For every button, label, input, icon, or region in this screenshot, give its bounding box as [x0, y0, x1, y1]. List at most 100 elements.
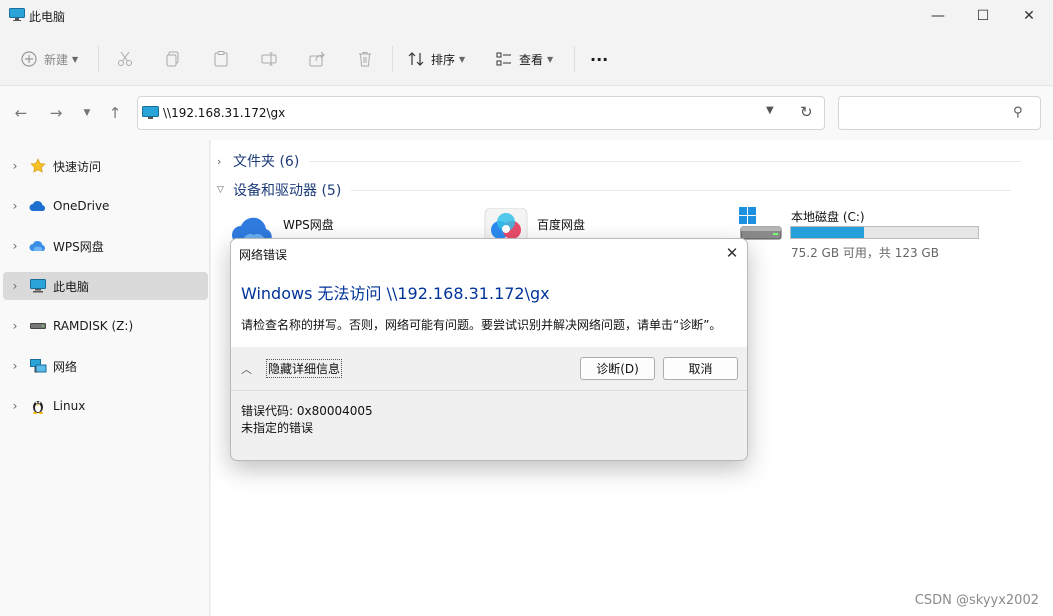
- search-icon: ⚲: [1013, 105, 1023, 120]
- disk-usage-bar: [790, 226, 979, 239]
- forward-arrow-icon[interactable]: →: [45, 102, 67, 124]
- cut-button[interactable]: [116, 46, 134, 72]
- up-arrow-icon[interactable]: ↑: [104, 102, 126, 124]
- view-button[interactable]: 查看 ▼: [495, 46, 553, 72]
- sidebar-item-label: RAMDISK (Z:): [53, 319, 134, 333]
- copy-button[interactable]: [164, 46, 182, 72]
- plus-circle-icon: [21, 51, 37, 67]
- tile-name: 百度网盘: [537, 218, 586, 232]
- penguin-icon: [29, 398, 47, 414]
- maximize-button[interactable]: ☐: [960, 0, 1006, 32]
- window-title: 此电脑: [29, 10, 66, 24]
- divider: [231, 390, 747, 391]
- disk-usage-text: 75.2 GB 可用，共 123 GB: [791, 246, 939, 260]
- chevron-down-icon: ▼: [459, 54, 466, 64]
- toggle-label: 隐藏详细信息: [266, 359, 343, 378]
- chevron-right-icon[interactable]: ›: [3, 159, 27, 173]
- sidebar-item-network[interactable]: › 网络: [3, 352, 208, 380]
- chevron-down-icon: ▼: [72, 54, 79, 64]
- scissors-icon: [118, 51, 132, 66]
- share-icon: [309, 51, 325, 67]
- sort-label: 排序: [431, 52, 456, 67]
- sort-icon: [408, 52, 424, 66]
- trash-icon: [359, 52, 371, 67]
- sort-button[interactable]: 排序 ▼: [407, 46, 465, 72]
- copy-icon: [166, 51, 179, 67]
- clipboard-icon: [214, 51, 228, 67]
- address-path: \\192.168.31.172\gx: [163, 106, 286, 120]
- sidebar-item-linux[interactable]: › Linux: [3, 392, 208, 420]
- recent-locations-chevron-icon[interactable]: ▼: [76, 102, 98, 124]
- dialog-title: 网络错误: [239, 248, 288, 262]
- divider: [351, 189, 1012, 191]
- wps-cloud-icon: [29, 238, 47, 254]
- title-bar: 此电脑 — ☐ ✕: [0, 0, 1053, 32]
- drive-tile-c[interactable]: 本地磁盘 (C:) 75.2 GB 可用，共 123 GB: [739, 207, 1039, 270]
- view-label: 查看: [519, 52, 544, 67]
- address-bar[interactable]: \\192.168.31.172\gx ▼ ↻: [137, 96, 825, 130]
- navigation-pane: › 快速访问 › OneDrive › WPS网盘 › 此电脑 › RAMDIS…: [0, 140, 210, 616]
- sidebar-item-onedrive[interactable]: › OneDrive: [3, 192, 208, 220]
- back-arrow-icon[interactable]: ←: [10, 102, 32, 124]
- chevron-down-icon: ▽: [217, 185, 224, 195]
- computer-icon: [9, 8, 25, 21]
- address-dropdown-chevron-icon[interactable]: ▼: [766, 105, 774, 116]
- error-detail: 未指定的错误: [241, 421, 314, 435]
- search-input[interactable]: ⚲: [838, 96, 1041, 130]
- divider: [574, 46, 575, 72]
- drive-icon: [29, 318, 47, 334]
- share-button[interactable]: [308, 46, 326, 72]
- chevron-down-icon: ▼: [547, 54, 554, 64]
- disk-usage-fill: [791, 227, 864, 238]
- network-error-dialog: 网络错误 ✕ Windows 无法访问 \\192.168.31.172\gx …: [230, 238, 748, 461]
- sidebar-item-label: OneDrive: [53, 199, 110, 213]
- chevron-right-icon[interactable]: ›: [3, 279, 27, 293]
- new-label: 新建: [44, 52, 69, 67]
- cancel-button[interactable]: 取消: [663, 357, 738, 380]
- command-bar: 新建 ▼ 排序 ▼ 查看 ▼ ···: [0, 32, 1053, 86]
- sidebar-item-label: WPS网盘: [53, 239, 104, 254]
- chevron-right-icon: ›: [217, 154, 222, 168]
- chevron-right-icon[interactable]: ›: [3, 319, 27, 333]
- chevron-right-icon[interactable]: ›: [3, 399, 27, 413]
- error-code: 错误代码: 0x80004005: [241, 404, 373, 418]
- view-icon: [496, 52, 511, 66]
- rename-button[interactable]: [260, 46, 278, 72]
- dialog-heading: Windows 无法访问 \\192.168.31.172\gx: [241, 284, 550, 303]
- sidebar-item-label: Linux: [53, 399, 86, 413]
- delete-button[interactable]: [356, 46, 374, 72]
- minimize-button[interactable]: —: [915, 0, 961, 32]
- close-icon[interactable]: ✕: [721, 242, 743, 264]
- star-icon: [29, 158, 47, 174]
- paste-button[interactable]: [212, 46, 230, 72]
- watermark: CSDN @skyyx2002: [914, 593, 1039, 608]
- sidebar-item-wps-cloud[interactable]: › WPS网盘: [3, 232, 208, 260]
- sidebar-item-ramdisk[interactable]: › RAMDISK (Z:): [3, 312, 208, 340]
- sidebar-item-this-pc[interactable]: › 此电脑: [3, 272, 208, 300]
- dialog-message: 请检查名称的拼写。否则，网络可能有问题。要尝试识别并解决网络问题，请单击“诊断”…: [241, 318, 722, 332]
- diagnose-button[interactable]: 诊断(D): [580, 357, 655, 380]
- more-options-button[interactable]: ···: [590, 46, 608, 72]
- sidebar-item-label: 快速访问: [53, 159, 102, 174]
- close-button[interactable]: ✕: [1006, 0, 1052, 32]
- group-title: 文件夹 (6): [233, 154, 300, 170]
- cloud-icon: [29, 198, 47, 214]
- network-icon: [29, 358, 47, 374]
- chevron-right-icon[interactable]: ›: [3, 359, 27, 373]
- hide-details-toggle[interactable]: ︿ 隐藏详细信息: [241, 359, 343, 378]
- new-button[interactable]: 新建 ▼: [20, 46, 78, 72]
- devices-group-header[interactable]: ▽ 设备和驱动器 (5): [217, 180, 1037, 200]
- refresh-icon[interactable]: ↻: [800, 103, 813, 121]
- divider: [392, 46, 393, 72]
- chevron-right-icon[interactable]: ›: [3, 199, 27, 213]
- sidebar-item-quick-access[interactable]: › 快速访问: [3, 152, 208, 180]
- windows-drive-icon: [739, 207, 782, 240]
- computer-icon: [29, 278, 47, 294]
- divider: [309, 160, 1022, 162]
- chevron-right-icon[interactable]: ›: [3, 239, 27, 253]
- sidebar-item-label: 此电脑: [53, 279, 90, 294]
- sidebar-item-label: 网络: [53, 359, 78, 374]
- chevron-up-icon: ︿: [241, 362, 252, 376]
- rename-icon: [261, 52, 277, 66]
- folders-group-header[interactable]: › 文件夹 (6): [217, 151, 1037, 171]
